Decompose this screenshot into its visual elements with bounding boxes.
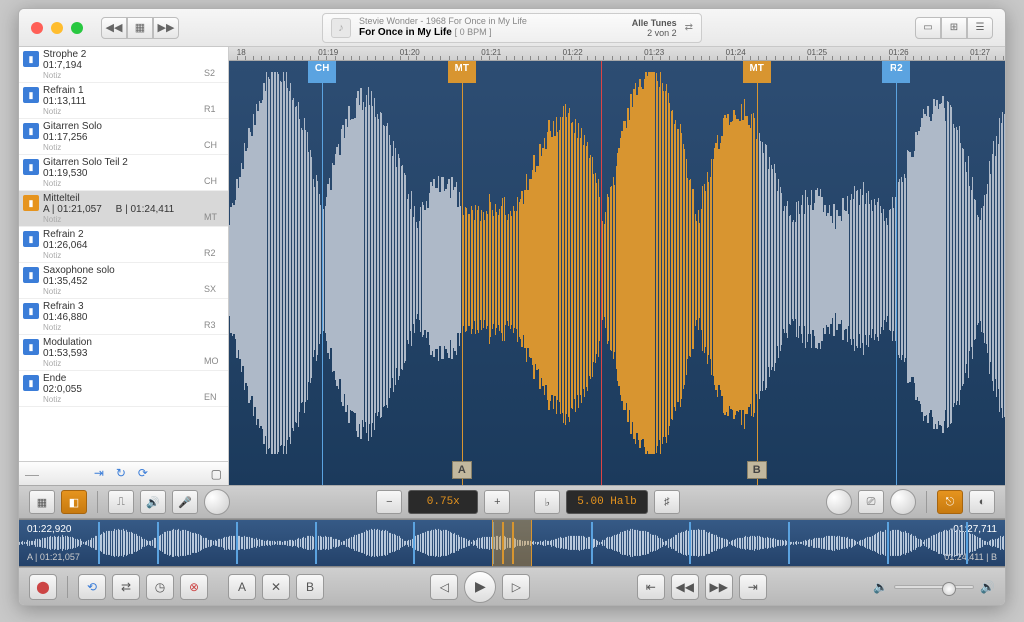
window-controls [19,22,83,34]
ab-marker[interactable]: A [452,461,472,479]
region-icon: ▮ [23,51,39,67]
loop-icon[interactable]: ↻ [116,466,134,482]
rewind[interactable]: ◀◀ [671,574,699,600]
ab-marker[interactable]: B [747,461,767,479]
region-item[interactable]: ▮ Ende02:0,055Notiz EN [19,371,228,407]
region-item[interactable]: ▮ Refrain 201:26,064Notiz R2 [19,227,228,263]
tool-mic[interactable]: 🎤 [172,490,198,514]
tool-dsp[interactable]: ⎋ [937,490,963,514]
volume-icon-high: 🔊 [980,580,995,594]
volume-icon: 🔉 [873,580,888,594]
zoom-window[interactable] [71,22,83,34]
region-icon: ▮ [23,375,39,391]
region-item[interactable]: ▮ Modulation01:53,593Notiz MO [19,335,228,371]
prev-button[interactable]: ◀◀ [101,17,127,39]
sync-icon[interactable]: ⟳ [138,466,156,482]
rec-button[interactable]: ⬤ [29,574,57,600]
np-count: 2 von 2 [632,28,677,38]
knob-2[interactable] [826,489,852,515]
region-icon: ▮ [23,231,39,247]
region-list[interactable]: ▮ Strophe 201:7,194Notiz S2▮ Refrain 101… [19,47,228,461]
time-ruler[interactable]: 1801:1901:2001:2101:2201:2301:2401:2501:… [229,47,1005,61]
region-item[interactable]: ▮ Refrain 301:46,880Notiz R3 [19,299,228,335]
main-area: ▮ Strophe 201:7,194Notiz S2▮ Refrain 101… [19,47,1005,485]
volume-slider[interactable] [894,585,974,589]
display-icon[interactable]: ▢ [211,467,222,481]
loop-clear[interactable]: ⊗ [180,574,208,600]
tool-view[interactable]: ◧ [61,490,87,514]
list-button[interactable]: ▦ [127,17,153,39]
next-button[interactable]: ▶▶ [153,17,179,39]
step-back[interactable]: ◁ [430,574,458,600]
go-start[interactable]: ⇤ [637,574,665,600]
step-fwd[interactable]: ▷ [502,574,530,600]
loop-clock[interactable]: ◷ [146,574,174,600]
sidebar: ▮ Strophe 201:7,194Notiz S2▮ Refrain 101… [19,47,229,485]
app-window: ◀◀ ▦ ▶▶ ♪ Stevie Wonder - 1968 For Once … [18,8,1006,606]
view-mode-group: ▭ ⊞ ☰ [915,17,993,39]
region-icon: ▮ [23,195,39,211]
region-item[interactable]: ▮ Strophe 201:7,194Notiz S2 [19,47,228,83]
close-window[interactable] [31,22,43,34]
region-icon: ▮ [23,267,39,283]
region-icon: ▮ [23,87,39,103]
np-title: For Once in My Life [359,27,452,38]
pitch-display[interactable]: 5.00 Halb [566,490,647,514]
music-icon: ♪ [331,18,351,38]
loop-in-icon[interactable]: ⇥ [94,466,112,482]
view-1[interactable]: ▭ [915,17,941,39]
speed-display[interactable]: 0.75x [408,490,478,514]
play-button[interactable]: ▶ [464,571,496,603]
go-end[interactable]: ⇥ [739,574,767,600]
region-icon: ▮ [23,303,39,319]
overview-waveform[interactable]: 01:22,920 A | 01:21,057 -01:27,711 01:24… [19,519,1005,567]
waveform-area: 1801:1901:2001:2101:2201:2301:2401:2501:… [229,47,1005,485]
tool-eq[interactable]: ⎍ [108,490,134,514]
waveform-main[interactable]: CHMTMTR2AB [229,61,1005,485]
knob-1[interactable] [204,489,230,515]
region-icon: ▮ [23,339,39,355]
view-3[interactable]: ☰ [967,17,993,39]
knob-3[interactable] [890,489,916,515]
region-item[interactable]: ▮ Gitarren Solo Teil 201:19,530Notiz CH [19,155,228,191]
pitch-sharp[interactable]: ♯ [654,490,680,514]
region-icon: ▮ [23,123,39,139]
region-item[interactable]: ▮ MittelteilA | 01:21,057 B | 01:24,411N… [19,191,228,227]
region-item[interactable]: ▮ Gitarren Solo01:17,256Notiz CH [19,119,228,155]
mid-toolbar: ▦ ◧ ⎍ 🔊 🎤 − 0.75x + ♭ 5.00 Halb ♯ ⎚ ⎋ ◐ [19,485,1005,519]
set-b[interactable]: B [296,574,324,600]
tool-mono[interactable]: ⎚ [858,490,884,514]
titlebar: ◀◀ ▦ ▶▶ ♪ Stevie Wonder - 1968 For Once … [19,9,1005,47]
tool-vol[interactable]: 🔊 [140,490,166,514]
transport-bar: ⬤ ⟲ ⇄ ◷ ⊗ A ✕ B ◁ ▶ ▷ ⇤ ◀◀ ▶▶ ⇥ 🔉 🔊 [19,567,1005,605]
region-item[interactable]: ▮ Saxophone solo01:35,452Notiz SX [19,263,228,299]
speed-plus[interactable]: + [484,490,510,514]
nav-group: ◀◀ ▦ ▶▶ [101,17,179,39]
view-2[interactable]: ⊞ [941,17,967,39]
np-artist: Stevie Wonder - 1968 For Once in My Life [359,16,632,27]
now-playing: ♪ Stevie Wonder - 1968 For Once in My Li… [322,13,702,43]
playhead[interactable] [601,61,602,485]
tool-fx[interactable]: ◐ [969,490,995,514]
expand-icon[interactable]: — [25,466,39,482]
shuffle-icon[interactable]: ⇄ [685,22,693,33]
loop-edit[interactable]: ⇄ [112,574,140,600]
pitch-flat[interactable]: ♭ [534,490,560,514]
tool-1[interactable]: ▦ [29,490,55,514]
region-icon: ▮ [23,159,39,175]
ffwd[interactable]: ▶▶ [705,574,733,600]
clear-ab[interactable]: ✕ [262,574,290,600]
set-a[interactable]: A [228,574,256,600]
loop-button[interactable]: ⟲ [78,574,106,600]
speed-minus[interactable]: − [376,490,402,514]
np-playlist: Alle Tunes [632,18,677,28]
sidebar-footer: — ⇥ ↻ ⟳ ▢ [19,461,228,485]
minimize-window[interactable] [51,22,63,34]
region-item[interactable]: ▮ Refrain 101:13,111Notiz R1 [19,83,228,119]
